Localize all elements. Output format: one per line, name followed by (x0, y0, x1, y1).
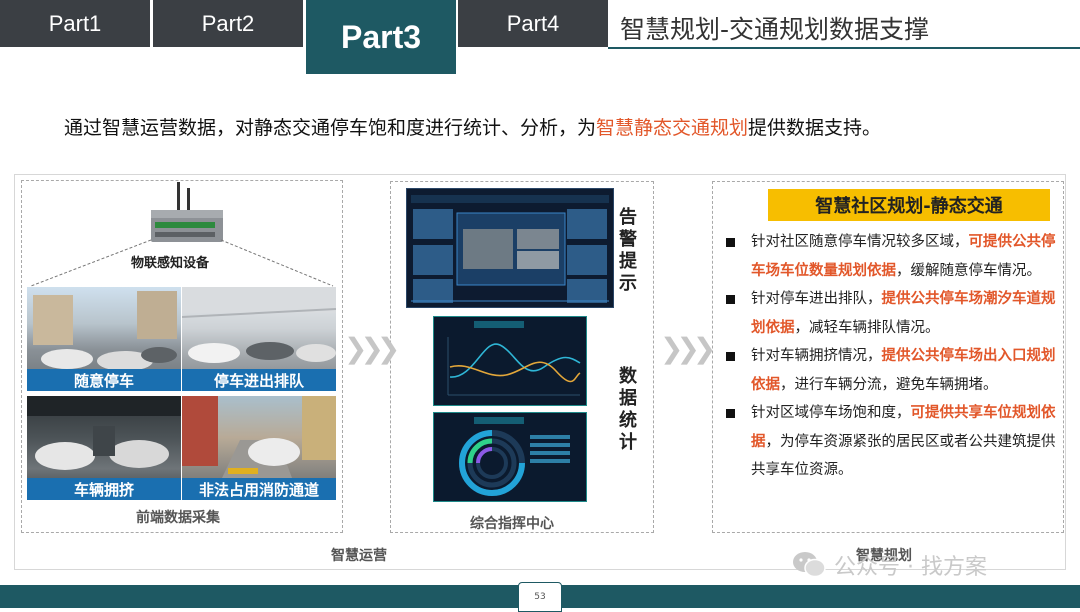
bullet-post: ，缓解随意停车情况。 (896, 262, 1041, 279)
bullet-post: ，减轻车辆排队情况。 (794, 319, 940, 336)
photo-crowded-vehicles: 车辆拥挤 (27, 396, 181, 500)
ring-chart-screenshot (433, 412, 587, 502)
photo-caption: 停车进出排队 (182, 369, 336, 391)
bullet-pre: 针对社区随意停车情况较多区域， (751, 234, 969, 250)
line-chart-screenshot (433, 316, 587, 406)
intro-post: 提供数据支持。 (748, 117, 882, 139)
bullet-pre: 针对区域停车场饱和度， (751, 405, 911, 421)
wechat-icon (793, 552, 826, 578)
statistics-label: 数据统计 (619, 366, 637, 453)
tab-part4[interactable]: Part4 (458, 0, 608, 47)
callout-lines (30, 239, 334, 287)
intro-highlight: 智慧静态交通规划 (596, 117, 749, 139)
photo-caption: 随意停车 (27, 369, 181, 391)
watermark-text: 公众号 · 找方案 (834, 555, 987, 580)
planning-bullet-list: 针对社区随意停车情况较多区域，可提供公共停车场车位数量规划依据，缓解随意停车情况… (724, 228, 1056, 485)
bullet-post: ，为停车资源紧张的居民区或者公共建筑提供共享车位资源。 (751, 433, 1056, 479)
tab-part2[interactable]: Part2 (153, 0, 303, 47)
photo-caption: 非法占用消防通道 (182, 478, 336, 500)
photo-fire-lane-blocked: 非法占用消防通道 (182, 396, 336, 500)
photo-queue-parking: 停车进出排队 (182, 287, 336, 391)
bullet-item: 针对区域停车场饱和度，可提供共享车位规划依据，为停车资源紧张的居民区或者公共建筑… (724, 399, 1056, 485)
bullet-pre: 针对车辆拥挤情况， (751, 348, 882, 364)
photo-caption: 车辆拥挤 (27, 478, 181, 500)
alert-label: 告警提示 (619, 207, 637, 294)
bullet-pre: 针对停车进出排队， (751, 291, 882, 307)
bullet-square-icon (726, 409, 735, 418)
photo-random-parking: 随意停车 (27, 287, 181, 391)
intro-text: 通过智慧运营数据，对静态交通停车饱和度进行统计、分析，为智慧静态交通规划提供数据… (64, 113, 881, 140)
bullet-item: 针对停车进出排队，提供公共停车场潮汐车道规划依据，减轻车辆排队情况。 (724, 285, 1056, 342)
alert-dashboard-screenshot (406, 188, 614, 308)
smart-operation-label: 智慧运营 (331, 548, 387, 564)
bullet-post: ，进行车辆分流，避免车辆拥堵。 (780, 376, 998, 393)
bullet-square-icon (726, 295, 735, 304)
flow-arrow-icon: ❯❯❯ (344, 332, 400, 365)
title-underline (608, 47, 1080, 49)
community-planning-banner: 智慧社区规划-静态交通 (768, 189, 1050, 221)
slide-title: 智慧规划-交通规划数据支撑 (620, 15, 930, 44)
bullet-item: 针对车辆拥挤情况，提供公共停车场出入口规划依据，进行车辆分流，避免车辆拥堵。 (724, 342, 1056, 399)
top-tab-bar: Part1 Part2 Part3 Part4 智慧规划-交通规划数据支撑 (0, 0, 1080, 74)
flow-arrow-icon: ❯❯❯ (660, 332, 716, 365)
wechat-watermark: 公众号 · 找方案 (792, 549, 987, 581)
command-center-label: 综合指挥中心 (470, 516, 554, 532)
intro-pre: 通过智慧运营数据，对静态交通停车饱和度进行统计、分析，为 (64, 117, 597, 139)
bullet-square-icon (726, 352, 735, 361)
bullet-square-icon (726, 238, 735, 247)
tab-part3-active[interactable]: Part3 (306, 0, 456, 74)
bullet-item: 针对社区随意停车情况较多区域，可提供公共停车场车位数量规划依据，缓解随意停车情况… (724, 228, 1056, 285)
front-end-collection-label: 前端数据采集 (136, 510, 220, 526)
tab-part1[interactable]: Part1 (0, 0, 150, 47)
